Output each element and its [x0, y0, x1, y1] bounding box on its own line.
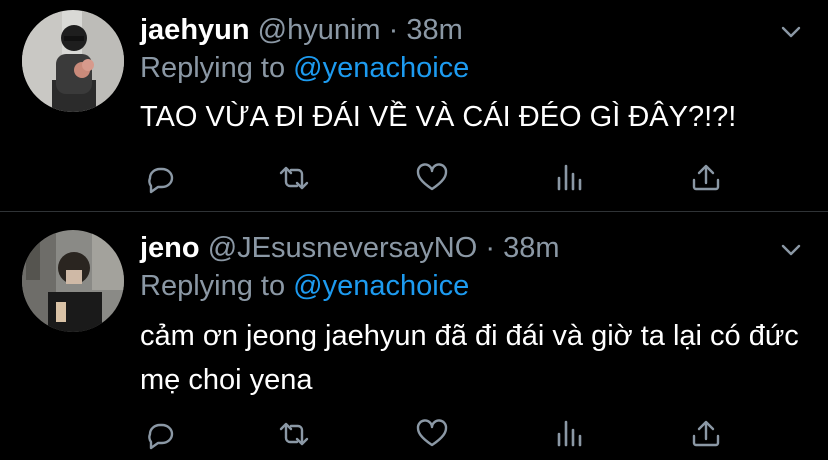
reply-icon[interactable]	[140, 414, 180, 454]
timestamp[interactable]: 38m	[406, 14, 462, 46]
more-caret-icon[interactable]	[776, 22, 806, 42]
separator-dot: ·	[388, 14, 399, 46]
timestamp[interactable]: 38m	[503, 232, 559, 264]
display-name[interactable]: jaehyun	[140, 14, 250, 46]
share-icon[interactable]	[686, 414, 726, 454]
separator-dot: ·	[485, 232, 496, 264]
replying-to-label: Replying to	[140, 270, 286, 302]
replying-to-handle[interactable]: @yenachoice	[293, 270, 469, 302]
tweet-header: jaehyun @hyunim · 38m	[140, 12, 463, 48]
retweet-icon[interactable]	[274, 158, 314, 198]
user-handle[interactable]: @hyunim	[258, 14, 381, 46]
tweet-actions	[140, 158, 740, 198]
avatar[interactable]	[22, 10, 124, 112]
tweet-text: TAO VỪA ĐI ĐÁI VỀ VÀ CÁI ĐÉO GÌ ĐÂY?!?!	[140, 101, 737, 133]
replying-to: Replying to @yenachoice	[140, 50, 469, 86]
retweet-icon[interactable]	[274, 414, 314, 454]
replying-to-label: Replying to	[140, 52, 286, 84]
replying-to: Replying to @yenachoice	[140, 268, 469, 304]
tweet-actions	[140, 414, 740, 454]
tweet-1[interactable]: jaehyun @hyunim · 38m Replying to @yenac…	[0, 0, 828, 210]
like-icon[interactable]	[412, 414, 452, 454]
display-name[interactable]: jeno	[140, 232, 200, 264]
more-caret-icon[interactable]	[776, 240, 806, 260]
like-icon[interactable]	[412, 158, 452, 198]
avatar[interactable]	[22, 230, 124, 332]
tweet-text: cảm ơn jeong jaehyun đã đi đái và giờ ta…	[140, 320, 799, 396]
reply-icon[interactable]	[140, 158, 180, 198]
tweet-2[interactable]: jeno @JEsusneversayNO · 38m Replying to …	[0, 212, 828, 460]
share-icon[interactable]	[686, 158, 726, 198]
tweet-header: jeno @JEsusneversayNO · 38m	[140, 230, 560, 266]
user-handle[interactable]: @JEsusneversayNO	[208, 232, 478, 264]
analytics-icon[interactable]	[550, 414, 590, 454]
analytics-icon[interactable]	[550, 158, 590, 198]
replying-to-handle[interactable]: @yenachoice	[293, 52, 469, 84]
